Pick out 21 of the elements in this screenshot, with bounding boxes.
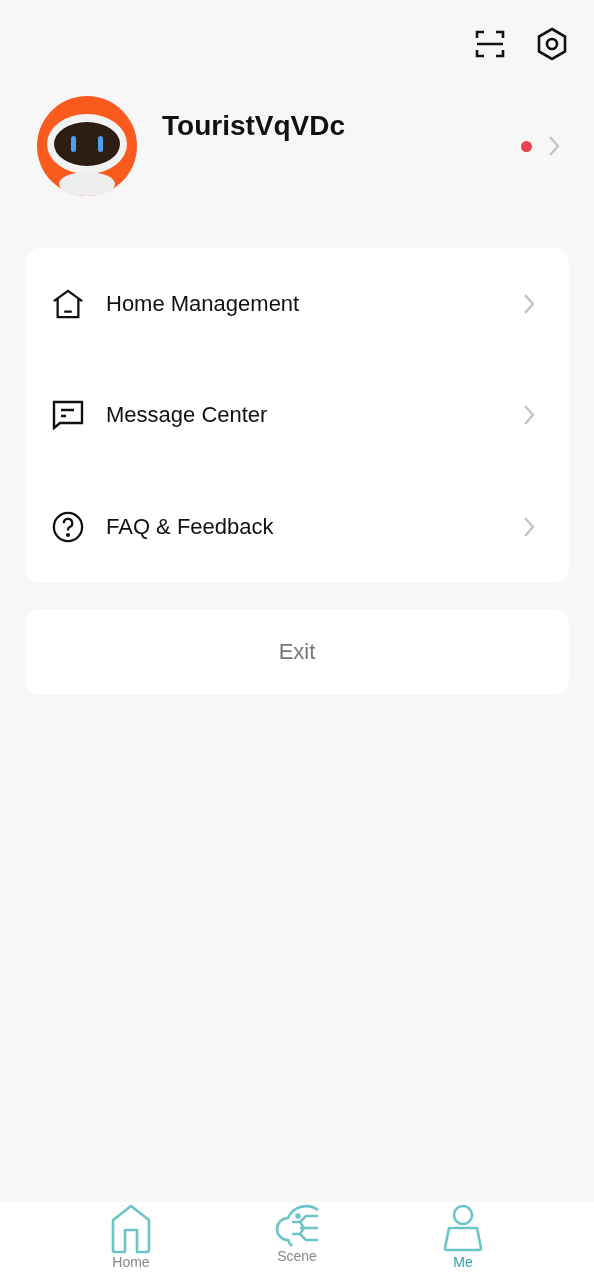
message-icon (52, 400, 84, 431)
scan-icon (475, 29, 505, 59)
avatar-icon (37, 96, 137, 196)
menu-item[interactable]: Message Center (25, 359, 569, 471)
tab[interactable]: Home (86, 1202, 176, 1280)
chevron-icon (548, 135, 560, 157)
chevron-icon (523, 404, 535, 427)
person-icon (441, 1204, 485, 1254)
tab[interactable]: Me (418, 1202, 508, 1280)
home-icon (109, 1204, 153, 1254)
exit-button[interactable]: Exit (25, 608, 569, 695)
menu-item[interactable]: FAQ & Feedback (25, 471, 569, 583)
settings-icon (536, 27, 568, 61)
chevron-icon (523, 292, 535, 315)
house-icon (52, 287, 84, 320)
chevron-icon (523, 515, 535, 538)
help-icon (52, 509, 84, 544)
tab[interactable]: Scene (252, 1202, 342, 1280)
settings-button[interactable] (536, 26, 568, 62)
user-name: TouristVqVDc (162, 110, 347, 142)
menu-item[interactable]: Home Management (25, 248, 569, 360)
